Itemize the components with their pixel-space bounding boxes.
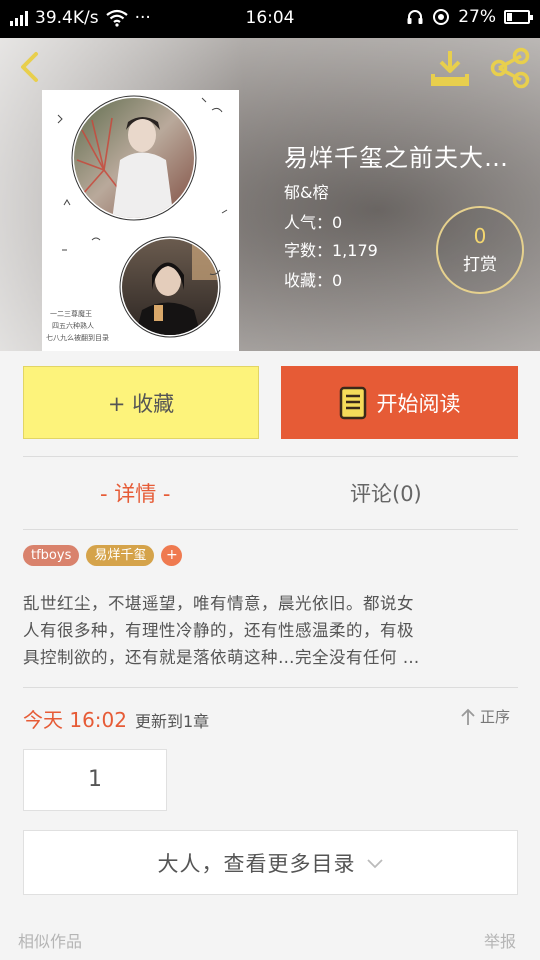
update-chapter: 更新到1章: [135, 712, 210, 731]
book-icon: [339, 386, 366, 419]
tag-yiyangqianxi[interactable]: 易烊千玺: [86, 545, 155, 566]
cover-art: 一二三尊魔王 四五六种熟人 七八九么被翻到目录: [46, 95, 228, 342]
divider: [23, 529, 518, 530]
collect-button-label: + 收藏: [107, 391, 175, 416]
more-catalog-button[interactable]: 大人，查看更多目录: [23, 830, 518, 895]
synopsis-line: 具控制欲的，还有就是落依萌这种…完全没有任何 …: [23, 648, 420, 667]
book-header: 一二三尊魔王 四五六种熟人 七八九么被翻到目录 易烊千玺之前夫大… 郁&榕 人气…: [0, 38, 540, 351]
back-icon[interactable]: [14, 50, 48, 84]
book-popularity: 人气：0: [284, 213, 343, 232]
collect-button[interactable]: + 收藏: [23, 366, 259, 439]
synopsis-line: 人有很多种，有理性冷静的，还有性感温柔的，有极: [23, 621, 414, 640]
sort-label: 正序: [480, 708, 511, 726]
tab-comments[interactable]: 评论(0): [350, 478, 422, 508]
download-icon[interactable]: [430, 48, 470, 88]
tip-label: 打赏: [463, 255, 497, 275]
synopsis[interactable]: 乱世红尘，不堪遥望，唯有情意，晨光依旧。都说女 人有很多种，有理性冷静的，还有性…: [23, 590, 518, 671]
tab-details[interactable]: - 详情 -: [100, 478, 171, 508]
book-word-count: 字数：1,179: [284, 241, 378, 260]
location-icon: [433, 9, 450, 25]
update-info: 今天 16:02 更新到1章: [23, 704, 209, 733]
start-reading-button[interactable]: 开始阅读: [281, 366, 518, 439]
tag-list: tfboys 易烊千玺 +: [23, 545, 183, 566]
tip-button[interactable]: 0 打赏: [436, 206, 524, 294]
tag-tfboys[interactable]: tfboys: [23, 545, 80, 566]
share-icon[interactable]: [488, 46, 532, 90]
book-cover[interactable]: 一二三尊魔王 四五六种熟人 七八九么被翻到目录: [42, 90, 239, 351]
chapter-item[interactable]: 1: [23, 749, 167, 811]
update-time: 今天 16:02: [23, 708, 127, 732]
synopsis-line: 乱世红尘，不堪遥望，唯有情意，晨光依旧。都说女: [23, 594, 414, 613]
battery-percent: 27%: [458, 7, 496, 27]
headphone-icon: [407, 10, 423, 24]
tip-count: 0: [473, 224, 487, 248]
book-title: 易烊千玺之前夫大…: [284, 144, 509, 172]
book-collections: 收藏：0: [284, 271, 343, 290]
cover-caption-2: 四五六种熟人: [52, 321, 94, 330]
divider: [23, 687, 518, 688]
cover-caption-1: 一二三尊魔王: [50, 309, 92, 318]
report-link[interactable]: 举报: [484, 928, 516, 952]
sort-toggle[interactable]: 正序: [460, 706, 510, 727]
sort-up-arrow-icon: [461, 708, 475, 725]
more-catalog-label: 大人，查看更多目录: [157, 851, 356, 876]
status-bar: 39.4K/s ··· 16:04 27%: [0, 0, 540, 38]
status-time: 16:04: [245, 8, 295, 28]
add-tag-button[interactable]: +: [161, 545, 183, 566]
start-reading-label: 开始阅读: [376, 391, 461, 416]
battery-icon: [504, 10, 533, 24]
chevron-down-icon: [366, 858, 383, 868]
similar-works-link[interactable]: 相似作品: [18, 928, 82, 952]
book-author[interactable]: 郁&榕: [284, 179, 328, 203]
cover-caption-3: 七八九么被翻到目录: [46, 333, 109, 342]
divider: [23, 456, 518, 457]
